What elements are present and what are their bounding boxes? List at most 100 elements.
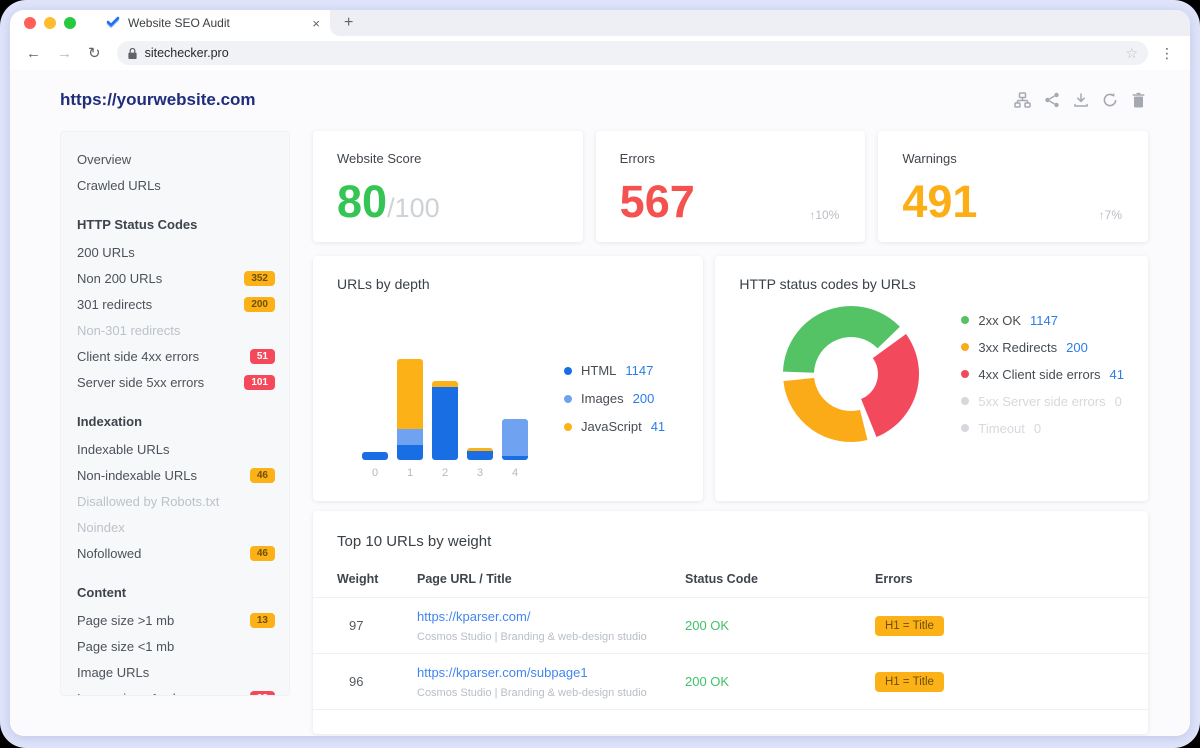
reload-button[interactable]: ↻	[82, 44, 107, 62]
legend-label: 3xx Redirects	[978, 340, 1057, 355]
page-content: https://yourwebsite.com	[10, 70, 1190, 736]
errors-card: Errors 567 ↑10%	[596, 131, 866, 242]
sidebar-item-label: Image URLs	[77, 665, 149, 680]
share-icon[interactable]	[1044, 92, 1060, 108]
legend-dot	[961, 343, 969, 351]
sidebar-item-image-size-1-mb[interactable]: Image size >1 mb22	[77, 685, 275, 696]
zoom-window-button[interactable]	[64, 17, 76, 29]
tab-close-icon[interactable]: ×	[312, 16, 320, 31]
tab-strip-rest: +	[330, 10, 1190, 36]
bar-axis-label: 4	[502, 467, 528, 479]
close-window-button[interactable]	[24, 17, 36, 29]
sidebar-group: IndexationIndexable URLsNon-indexable UR…	[77, 408, 275, 566]
legend-value: 0	[1034, 421, 1041, 436]
cell-page-url: https://kparser.com/Cosmos Studio | Bran…	[417, 608, 685, 643]
sitemap-icon[interactable]	[1014, 92, 1031, 108]
bar-segment-images	[397, 429, 423, 445]
back-button[interactable]: ←	[20, 45, 47, 62]
sidebar-item-crawled-urls[interactable]: Crawled URLs	[77, 172, 275, 198]
new-tab-button[interactable]: +	[344, 15, 353, 31]
sidebar-item-200-urls[interactable]: 200 URLs	[77, 239, 275, 265]
minimize-window-button[interactable]	[44, 17, 56, 29]
screenshot-frame: Website SEO Audit × + ← → ↻ sitechecker.…	[0, 0, 1200, 748]
report-actions	[1014, 92, 1146, 108]
sidebar-group: Overview Crawled URLs	[77, 146, 275, 198]
sidebar-item-label: Disallowed by Robots.txt	[77, 494, 219, 509]
forward-button[interactable]: →	[51, 45, 78, 62]
download-icon[interactable]	[1073, 92, 1089, 108]
legend-label: HTML	[581, 363, 616, 378]
sidebar-item-non-indexable-urls[interactable]: Non-indexable URLs 46	[77, 462, 275, 488]
legend-dot	[961, 424, 969, 432]
col-errors: Errors	[875, 572, 1124, 586]
refresh-icon[interactable]	[1102, 92, 1118, 108]
sidebar-item-server-side-5xx-errors[interactable]: Server side 5xx errors101	[77, 369, 275, 395]
sidebar-item-non-301-redirects[interactable]: Non-301 redirects	[77, 317, 275, 343]
page-url-link[interactable]: https://kparser.com/subpage1	[417, 665, 588, 680]
sidebar-item-label: Client side 4xx errors	[77, 349, 199, 364]
browser-menu-icon[interactable]: ⋮	[1158, 45, 1176, 62]
bar-axis-label: 1	[397, 467, 423, 479]
legend-label: Timeout	[978, 421, 1024, 436]
legend-value: 1147	[625, 363, 653, 378]
sidebar-item-label: 200 URLs	[77, 245, 135, 260]
sidebar-item-indexable-urls[interactable]: Indexable URLs	[77, 436, 275, 462]
sidebar-item-noindex[interactable]: Noindex	[77, 514, 275, 540]
legend-value: 1147	[1030, 313, 1058, 328]
sidebar-item-non-200-urls[interactable]: Non 200 URLs352	[77, 265, 275, 291]
donut-segment-3xx-redirects	[784, 378, 868, 442]
browser-tab[interactable]: Website SEO Audit ×	[92, 10, 330, 36]
legend-3xx-redirects: 3xx Redirects 200	[961, 340, 1124, 355]
sidebar-item-badge: 352	[244, 271, 275, 286]
sidebar-group: HTTP Status Codes200 URLsNon 200 URLs352…	[77, 211, 275, 395]
table-row: 97https://kparser.com/Cosmos Studio | Br…	[313, 598, 1148, 654]
cell-page-url: https://kparser.com/subpage1Cosmos Studi…	[417, 664, 685, 699]
sidebar-item-label: Server side 5xx errors	[77, 375, 204, 390]
bookmark-star-icon[interactable]: ☆	[1125, 45, 1138, 62]
status-donut-chart	[771, 294, 931, 454]
bar-segment-html	[362, 452, 388, 460]
page-url-link[interactable]: https://kparser.com/	[417, 609, 530, 624]
legend-dot	[961, 397, 969, 405]
sidebar-item-301-redirects[interactable]: 301 redirects200	[77, 291, 275, 317]
bar-segment-html	[467, 451, 493, 460]
cell-errors: H1 = Title	[875, 616, 1124, 636]
report-main: Website Score 80/100 Errors 567 ↑10% War…	[313, 131, 1148, 734]
sidebar-item-overview[interactable]: Overview	[77, 146, 275, 172]
sidebar-item-label: Overview	[77, 152, 131, 167]
browser-window: Website SEO Audit × + ← → ↻ sitechecker.…	[10, 10, 1190, 736]
sidebar-item-client-side-4xx-errors[interactable]: Client side 4xx errors 51	[77, 343, 275, 369]
chart-title: URLs by depth	[337, 276, 679, 292]
warnings-value: 491	[902, 179, 1124, 224]
warnings-card: Warnings 491 ↑7%	[878, 131, 1148, 242]
legend-value: 0	[1115, 394, 1122, 409]
legend-value: 41	[1110, 367, 1124, 382]
report-sidebar: OverviewCrawled URLsHTTP Status Codes200…	[60, 131, 290, 696]
legend-images: Images 200	[564, 391, 665, 406]
status-codes-card: HTTP status codes by URLs 2xx OK 11473xx…	[715, 256, 1148, 501]
address-bar[interactable]: sitechecker.pro ☆	[117, 41, 1148, 65]
url-text: sitechecker.pro	[145, 46, 1119, 60]
sidebar-item-nofollowed[interactable]: Nofollowed46	[77, 540, 275, 566]
sidebar-item-badge: 46	[250, 468, 275, 483]
col-page-url: Page URL / Title	[417, 572, 685, 586]
sidebar-item-disallowed-by-robots-txt[interactable]: Disallowed by Robots.txt	[77, 488, 275, 514]
sidebar-item-label: Non-indexable URLs	[77, 468, 197, 483]
col-weight: Weight	[337, 572, 417, 586]
sidebar-item-image-urls[interactable]: Image URLs	[77, 659, 275, 685]
stat-title: Errors	[620, 151, 842, 166]
bar-depth-3	[467, 448, 493, 460]
legend-4xx-client-side-errors: 4xx Client side errors 41	[961, 367, 1124, 382]
sidebar-item-badge: 13	[250, 613, 275, 628]
sidebar-item-label: Noindex	[77, 520, 125, 535]
bar-segment-html	[397, 445, 423, 460]
cell-errors: H1 = Title	[875, 672, 1124, 692]
page-title-text: Cosmos Studio | Branding & web-design st…	[417, 631, 685, 643]
sidebar-item-page-size-1-mb[interactable]: Page size <1 mb	[77, 633, 275, 659]
sidebar-item-page-size-1-mb[interactable]: Page size >1 mb13	[77, 607, 275, 633]
trash-icon[interactable]	[1131, 92, 1146, 108]
bar-axis-label: 0	[362, 467, 388, 479]
table-header: Weight Page URL / Title Status Code Erro…	[313, 550, 1148, 598]
sidebar-item-label: Non-301 redirects	[77, 323, 180, 338]
sidebar-item-badge: 51	[250, 349, 275, 364]
